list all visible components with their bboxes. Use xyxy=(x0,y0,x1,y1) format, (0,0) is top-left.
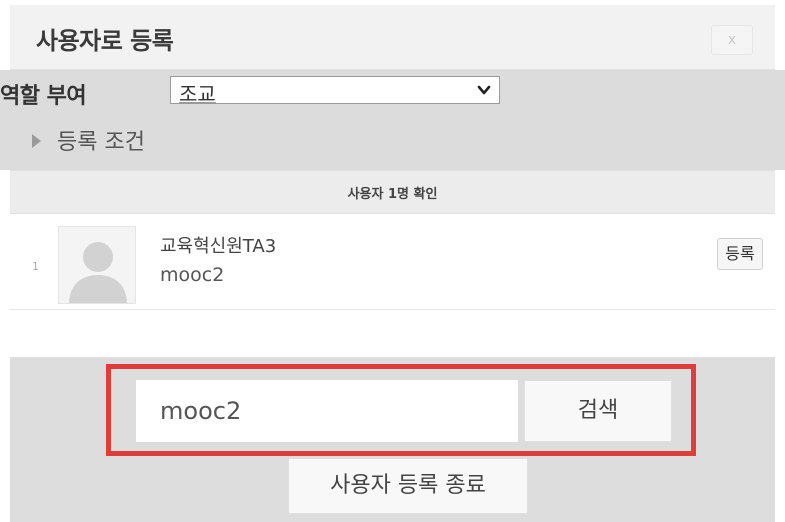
role-select[interactable]: 조교 xyxy=(170,76,500,106)
user-identifier: mooc2 xyxy=(160,264,225,286)
avatar xyxy=(58,226,136,304)
search-input[interactable] xyxy=(136,380,518,442)
user-list: 1 교육혁신원TA3 mooc2 등록 xyxy=(10,214,775,310)
user-count-bar: 사용자 1명 확인 xyxy=(10,170,775,214)
dialog-header: 사용자로 등록 x xyxy=(10,5,775,70)
expand-triangle-icon xyxy=(32,134,41,148)
dialog-footer: 검색 사용자 등록 종료 xyxy=(10,358,775,522)
user-fullname: 교육혁신원TA3 xyxy=(160,236,277,257)
enrolment-conditions-toggle[interactable]: 등록 조건 xyxy=(32,124,145,156)
list-spacer xyxy=(10,310,775,358)
assign-role-label: 역할 부여 xyxy=(0,84,87,109)
user-silhouette-icon xyxy=(59,227,135,303)
row-index: 1 xyxy=(32,260,39,273)
chevron-down-icon xyxy=(477,85,491,95)
finish-enrolling-button[interactable]: 사용자 등록 종료 xyxy=(288,458,528,514)
close-button[interactable]: x xyxy=(711,25,753,55)
role-select-value: 조교 xyxy=(179,82,216,106)
enrol-users-dialog: 사용자로 등록 x 역할 부여 조교 등록 조건 사용자 1명 확인 1 교육혁… xyxy=(0,0,785,522)
list-item: 1 교육혁신원TA3 mooc2 등록 xyxy=(10,214,775,310)
enrol-button[interactable]: 등록 xyxy=(717,238,763,270)
user-count-text: 사용자 1명 확인 xyxy=(347,187,438,202)
enrol-options-panel: 역할 부여 조교 등록 조건 xyxy=(0,70,785,170)
dialog-title: 사용자로 등록 xyxy=(36,27,174,55)
search-button[interactable]: 검색 xyxy=(524,380,672,442)
enrolment-conditions-label: 등록 조건 xyxy=(57,130,145,155)
